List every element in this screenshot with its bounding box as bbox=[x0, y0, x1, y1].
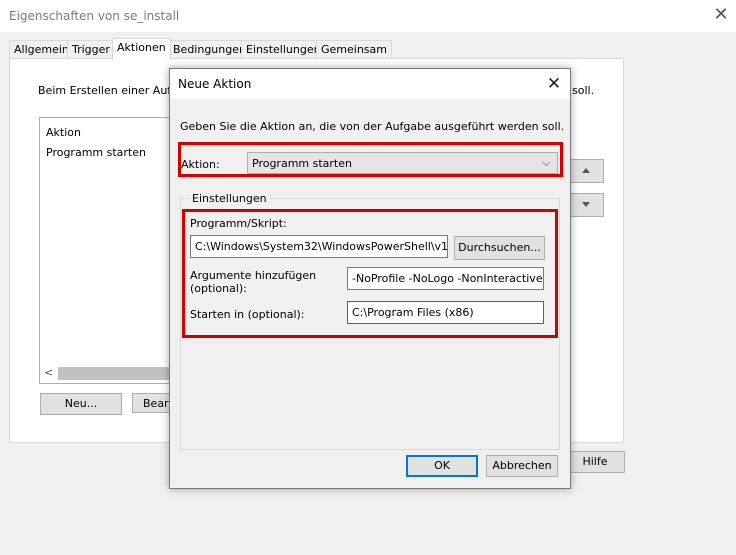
ok-button[interactable]: OK bbox=[406, 455, 478, 477]
close-icon[interactable]: ✕ bbox=[544, 74, 564, 94]
dialog-title: Neue Aktion bbox=[178, 77, 252, 91]
list-item[interactable]: Programm starten bbox=[46, 146, 146, 159]
browse-button[interactable]: Durchsuchen... bbox=[454, 236, 545, 260]
actions-description-end: soll. bbox=[572, 84, 595, 97]
dialog-titlebar: Neue Aktion ✕ bbox=[170, 69, 570, 99]
help-button[interactable]: Hilfe bbox=[565, 451, 625, 473]
properties-titlebar: Eigenschaften von se_install ✕ bbox=[0, 0, 736, 32]
tab-einstellungen[interactable]: Einstellungen bbox=[241, 40, 326, 59]
start-in-label: Starten in (optional): bbox=[190, 308, 305, 321]
new-button[interactable]: Neu... bbox=[40, 393, 122, 415]
scrollbar-thumb[interactable] bbox=[58, 367, 169, 380]
tab-aktionen[interactable]: Aktionen bbox=[112, 38, 171, 60]
tab-gemeinsam[interactable]: Gemeinsam bbox=[316, 40, 392, 59]
tab-trigger[interactable]: Trigger bbox=[67, 40, 115, 59]
start-in-input[interactable]: C:\Program Files (x86) bbox=[347, 301, 544, 324]
program-label: Programm/Skript: bbox=[190, 217, 287, 230]
dialog-description: Geben Sie die Aktion an, die von der Auf… bbox=[180, 120, 565, 133]
move-up-button[interactable] bbox=[568, 159, 604, 183]
action-select[interactable]: Programm starten ⌵ bbox=[247, 152, 558, 174]
list-column-header[interactable]: Aktion bbox=[46, 126, 81, 139]
action-label: Aktion: bbox=[181, 158, 220, 171]
tab-bedingungen[interactable]: Bedingungen bbox=[168, 40, 251, 59]
arguments-label: Argumente hinzufügen (optional): bbox=[190, 269, 316, 295]
close-icon[interactable]: ✕ bbox=[712, 6, 730, 24]
program-input[interactable]: C:\Windows\System32\WindowsPowerShell\v1… bbox=[190, 235, 448, 258]
arguments-input[interactable]: -NoProfile -NoLogo -NonInteractive -Exe bbox=[347, 267, 544, 290]
horizontal-scrollbar[interactable]: < bbox=[41, 365, 169, 381]
move-down-button[interactable] bbox=[568, 193, 604, 217]
actions-list[interactable]: Aktion Programm starten < bbox=[39, 117, 171, 384]
arguments-label-line2: (optional): bbox=[190, 282, 247, 295]
cancel-button[interactable]: Abbrechen bbox=[486, 455, 558, 477]
action-select-value: Programm starten bbox=[252, 157, 352, 170]
chevron-down-icon: ⌵ bbox=[542, 156, 551, 169]
arguments-label-line1: Argumente hinzufügen bbox=[190, 269, 317, 282]
new-action-dialog: Neue Aktion ✕ Geben Sie die Aktion an, d… bbox=[169, 68, 571, 489]
edit-button[interactable]: Bearb bbox=[132, 393, 176, 413]
properties-title: Eigenschaften von se_install bbox=[9, 9, 180, 23]
arrow-up-icon bbox=[582, 168, 590, 173]
scroll-left-icon[interactable]: < bbox=[44, 366, 53, 379]
arrow-down-icon bbox=[582, 202, 590, 207]
settings-group-label: Einstellungen bbox=[190, 192, 269, 205]
tab-allgemein[interactable]: Allgemein bbox=[9, 40, 74, 59]
